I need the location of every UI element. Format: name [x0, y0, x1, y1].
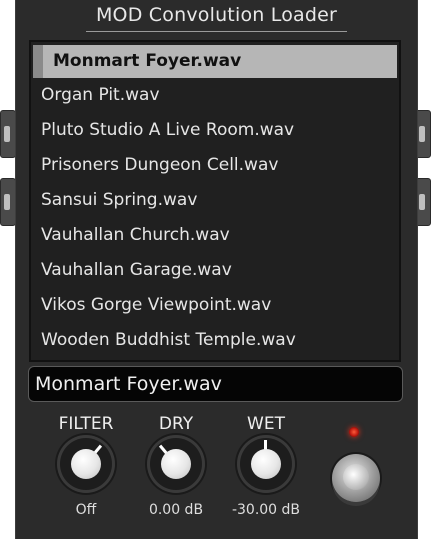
- status-led: [349, 427, 359, 437]
- input-jack-2: [0, 178, 16, 226]
- file-list-item[interactable]: Monmart Foyer.wav: [33, 45, 397, 78]
- filter-control: FILTER Off: [46, 414, 126, 518]
- file-list-item[interactable]: Prisoners Dungeon Cell.wav: [31, 148, 399, 183]
- input-jack-1: [0, 110, 16, 158]
- filter-knob[interactable]: [60, 438, 112, 490]
- bypass-footswitch[interactable]: [332, 454, 380, 502]
- file-list-item[interactable]: Sansui Spring.wav: [31, 183, 399, 218]
- file-list-item[interactable]: Vikos Gorge Viewpoint.wav: [31, 288, 399, 323]
- wet-knob[interactable]: [240, 438, 292, 490]
- file-list-item[interactable]: Wooden Buddhist Temple.wav: [31, 323, 399, 358]
- filter-value: Off: [75, 502, 97, 518]
- file-list-item[interactable]: Organ Pit.wav: [31, 78, 399, 113]
- file-list-item[interactable]: Vauhallan Garage.wav: [31, 253, 399, 288]
- knob-cap: [161, 449, 191, 479]
- file-list[interactable]: Monmart Foyer.wav Organ Pit.wav Pluto St…: [29, 40, 401, 362]
- dry-label: DRY: [158, 414, 194, 434]
- current-file-display[interactable]: Monmart Foyer.wav: [28, 366, 403, 402]
- pedal-body: MOD Convolution Loader Monmart Foyer.wav…: [15, 0, 418, 539]
- dry-value: 0.00 dB: [148, 502, 204, 518]
- knob-cap: [71, 449, 101, 479]
- file-list-item[interactable]: Vauhallan Church.wav: [31, 218, 399, 253]
- filter-label: FILTER: [58, 414, 114, 434]
- title-divider: [86, 31, 347, 32]
- file-list-item[interactable]: Pluto Studio A Live Room.wav: [31, 113, 399, 148]
- dry-control: DRY 0.00 dB: [136, 414, 216, 518]
- wet-control: WET -30.00 dB: [226, 414, 306, 518]
- wet-label: WET: [247, 414, 285, 434]
- wet-value: -30.00 dB: [231, 502, 301, 518]
- knob-cap: [251, 449, 281, 479]
- dry-knob[interactable]: [150, 438, 202, 490]
- plugin-title: MOD Convolution Loader: [95, 4, 338, 26]
